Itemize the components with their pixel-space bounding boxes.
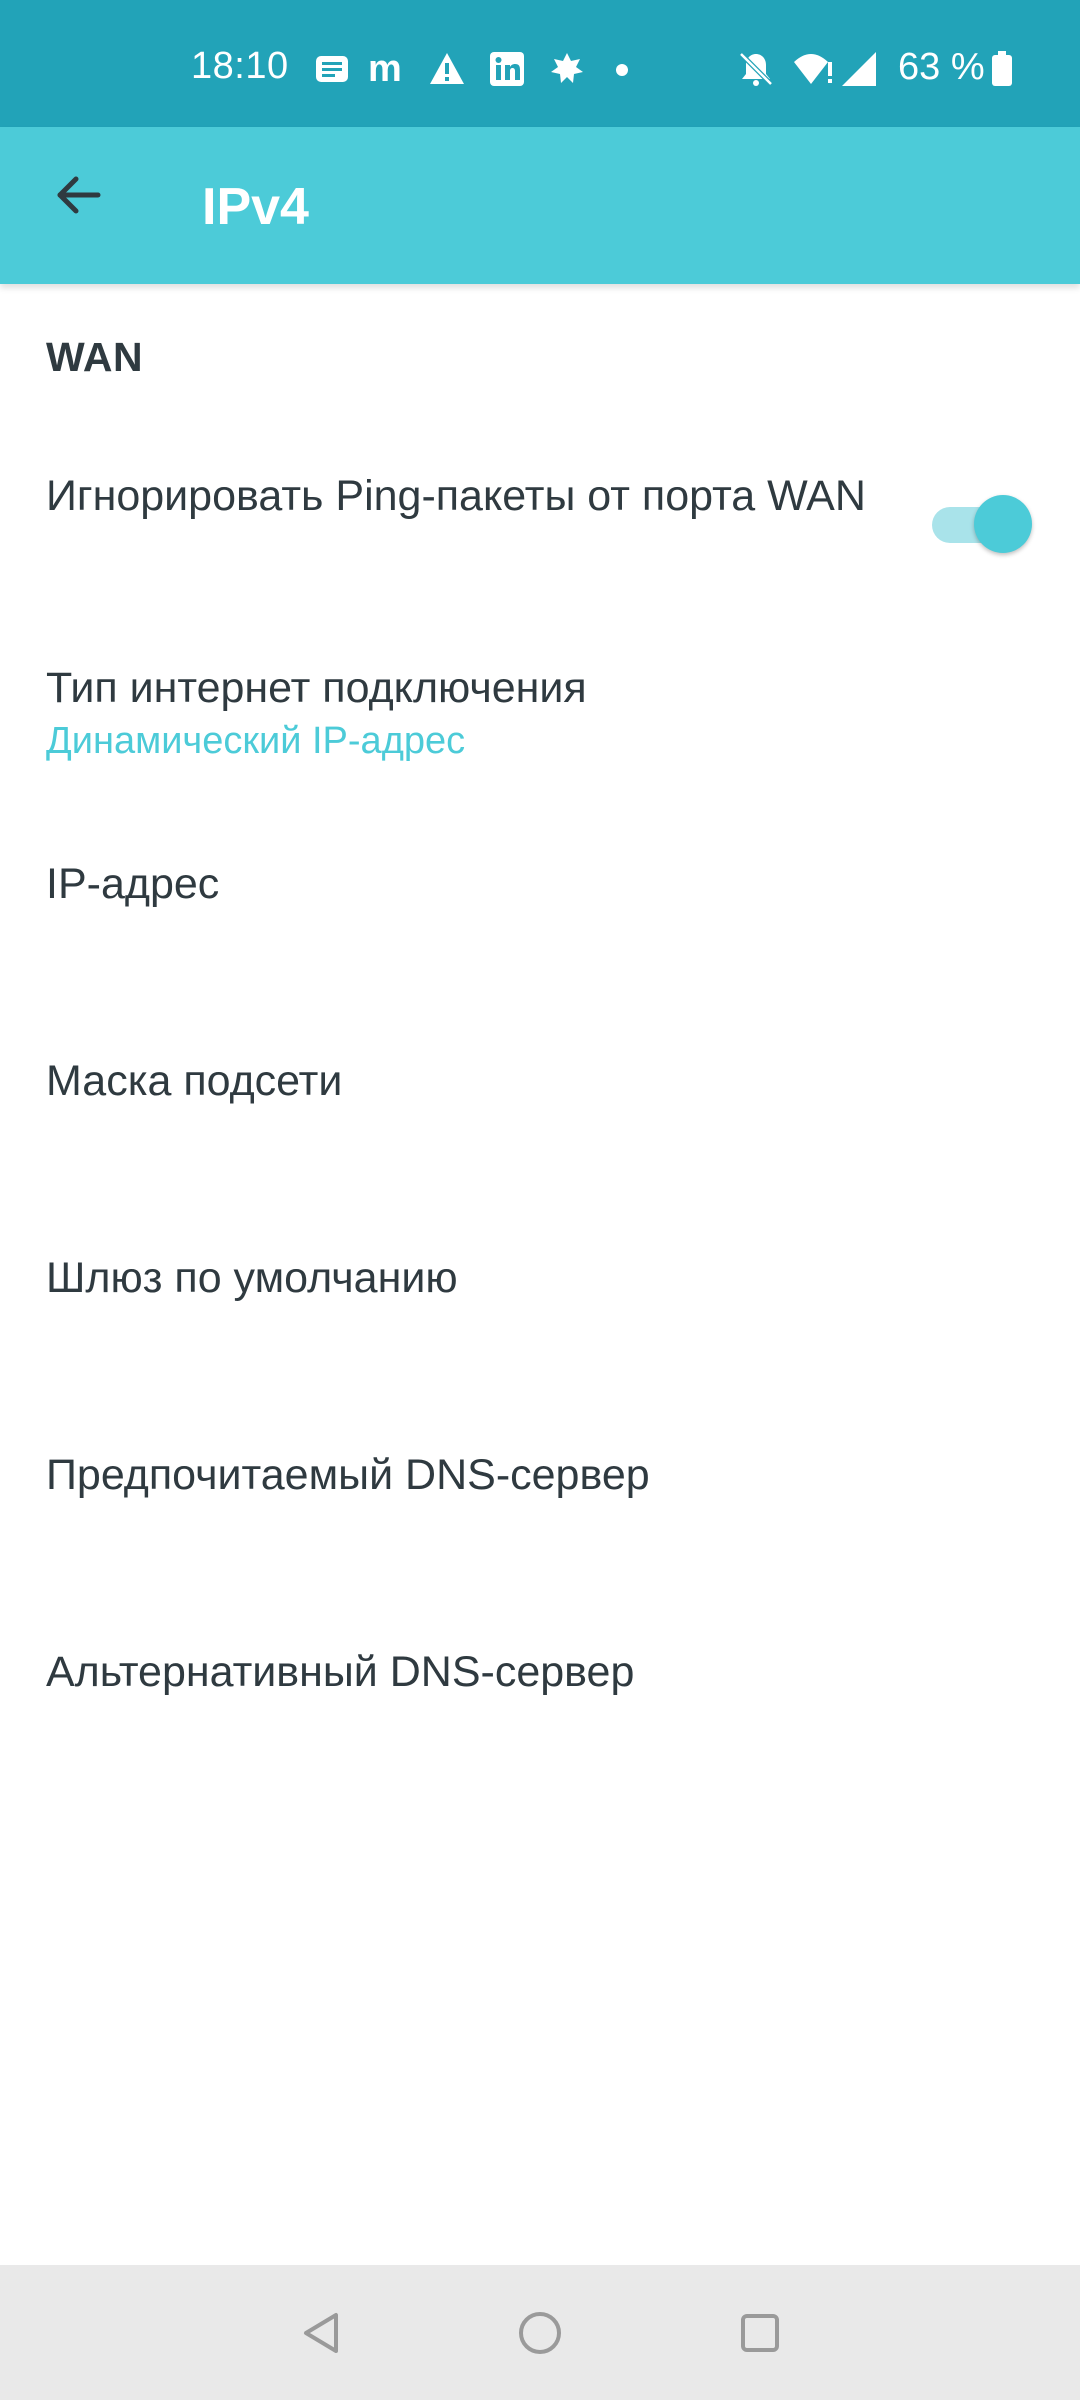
status-time: 18:10	[191, 45, 289, 87]
connection-type-value: Динамический IP-адрес	[46, 720, 466, 762]
subnet-mask-row[interactable]: Маска подсети	[0, 1041, 1080, 1181]
system-nav-bar	[0, 2265, 1080, 2400]
connection-type-row[interactable]: Тип интернет подключения Динамический IP…	[0, 644, 1080, 804]
toggle-thumb	[974, 495, 1032, 553]
wifi-icon	[792, 50, 834, 88]
status-bar: 18:10 m 63 %	[0, 0, 1080, 127]
page-title: IPv4	[202, 178, 309, 236]
nav-recents-button[interactable]	[720, 2295, 800, 2375]
nav-back-button[interactable]	[282, 2295, 362, 2375]
home-circle-icon	[516, 2309, 564, 2362]
back-button[interactable]	[38, 157, 118, 237]
preferred-dns-label: Предпочитаемый DNS-сервер	[46, 1451, 650, 1499]
connection-type-label: Тип интернет подключения	[46, 664, 587, 712]
battery-percent: 63 %	[898, 46, 985, 88]
dot-icon	[614, 50, 630, 88]
alternate-dns-label: Альтернативный DNS-сервер	[46, 1648, 635, 1696]
default-gateway-row[interactable]: Шлюз по умолчанию	[0, 1238, 1080, 1378]
leaf-app-icon	[548, 50, 586, 88]
linkedin-icon	[488, 50, 526, 88]
alternate-dns-row[interactable]: Альтернативный DNS-сервер	[0, 1632, 1080, 1772]
subnet-mask-label: Маска подсети	[46, 1057, 343, 1105]
section-header-wan: WAN	[46, 334, 144, 380]
preferred-dns-row[interactable]: Предпочитаемый DNS-сервер	[0, 1435, 1080, 1575]
ip-address-row[interactable]: IP-адрес	[0, 844, 1080, 984]
app-bar: IPv4	[0, 127, 1080, 284]
muted-bell-icon	[737, 50, 775, 88]
ip-address-label: IP-адрес	[46, 860, 220, 908]
ignore-ping-toggle[interactable]	[930, 495, 1034, 555]
message-icon	[313, 50, 351, 88]
svg-text:m: m	[368, 50, 402, 88]
signal-icon	[840, 50, 878, 88]
ignore-ping-row[interactable]: Игнорировать Ping-пакеты от порта WAN	[0, 454, 1080, 604]
arrow-back-icon	[52, 169, 104, 226]
ignore-ping-label: Игнорировать Ping-пакеты от порта WAN	[46, 472, 866, 520]
default-gateway-label: Шлюз по умолчанию	[46, 1254, 458, 1302]
m-app-icon: m	[366, 48, 412, 90]
nav-home-button[interactable]	[500, 2295, 580, 2375]
warning-icon	[428, 50, 466, 88]
back-triangle-icon	[298, 2309, 346, 2362]
battery-icon	[990, 50, 1014, 88]
recents-square-icon	[736, 2309, 784, 2362]
